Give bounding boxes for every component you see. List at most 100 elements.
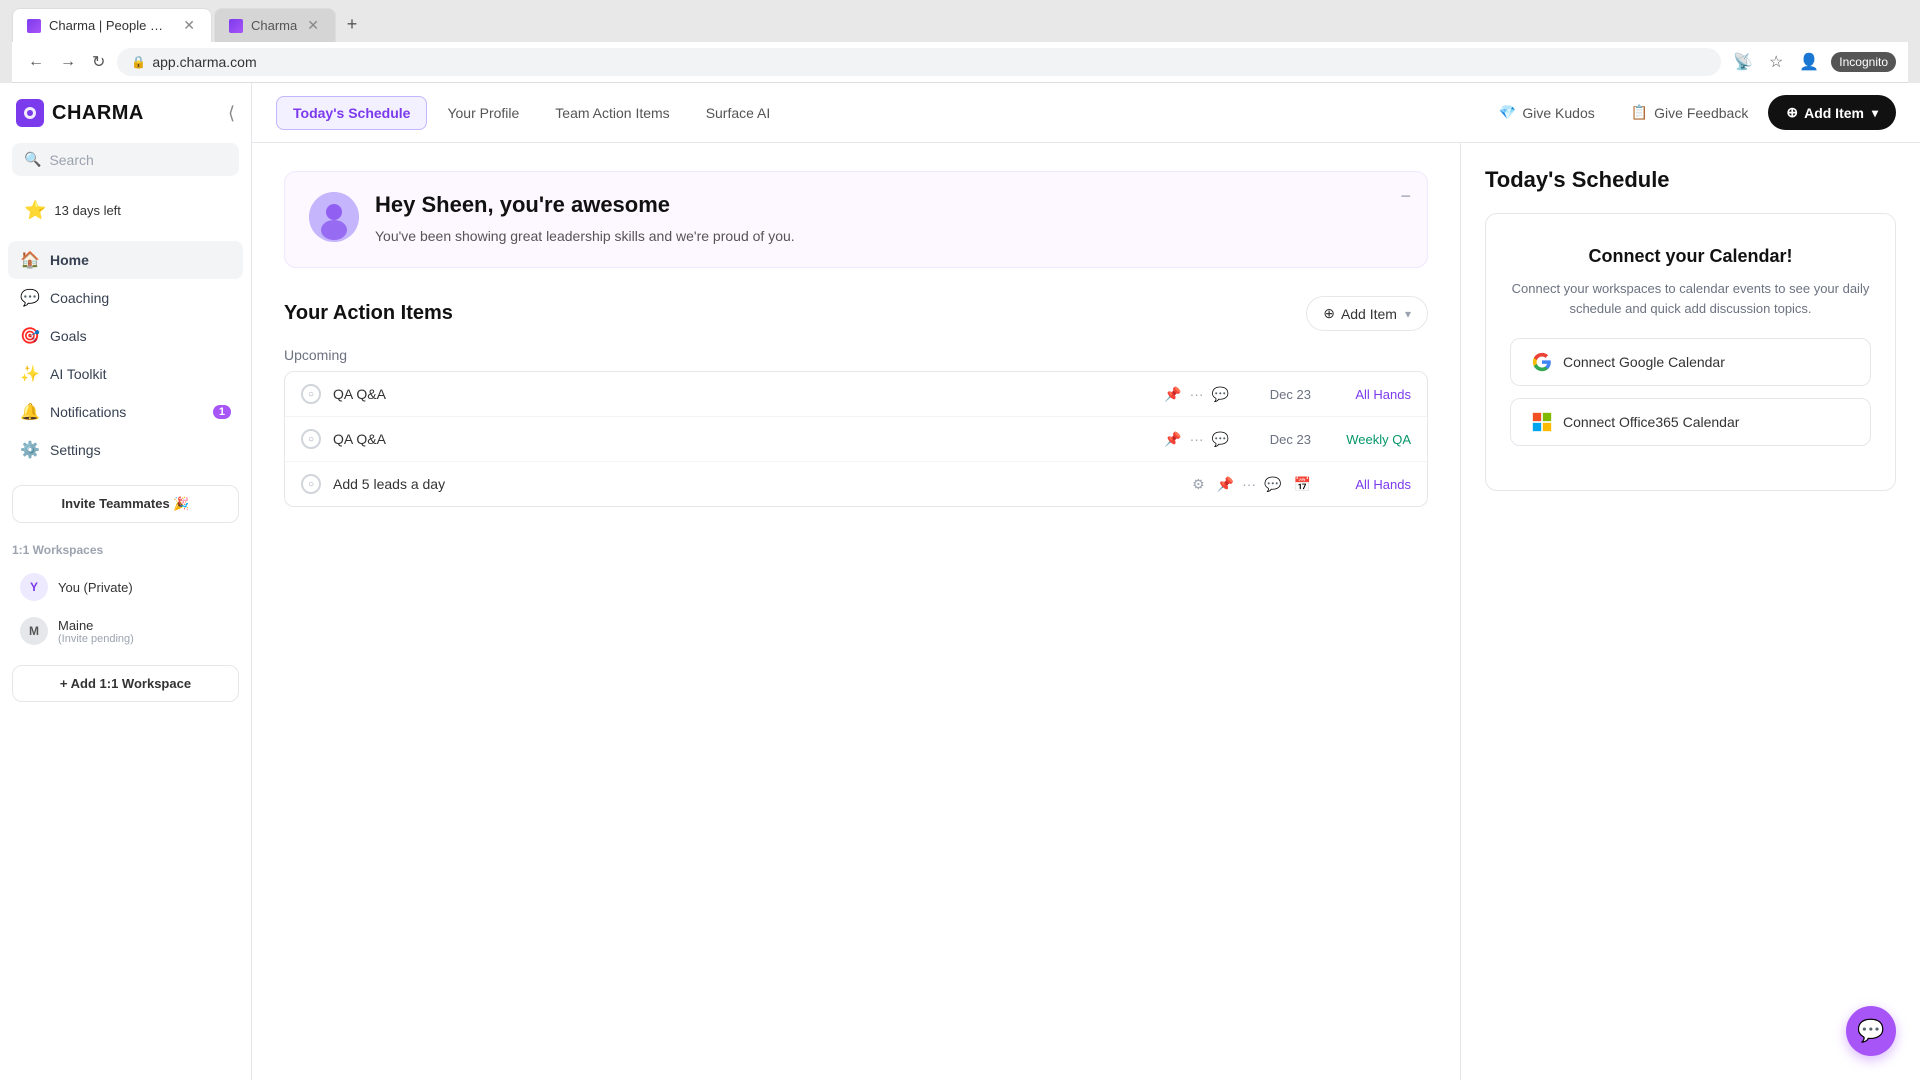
table-row: ○ QA Q&A 📌 ··· 💬 Dec 23 All Hands	[285, 372, 1427, 417]
logo-icon	[16, 99, 44, 127]
content-area: Hey Sheen, you're awesome You've been sh…	[252, 143, 1460, 1080]
action-check-3[interactable]: ○	[301, 474, 321, 494]
workspace-private[interactable]: Y You (Private)	[12, 565, 239, 609]
top-nav-your-profile[interactable]: Your Profile	[431, 97, 535, 129]
action-tag-2[interactable]: Weekly QA	[1331, 432, 1411, 447]
tab-bar: Charma | People Management S... ✕ Charma…	[12, 8, 1908, 42]
sidebar-item-label-coaching: Coaching	[50, 290, 109, 306]
tab-active[interactable]: Charma | People Management S... ✕	[12, 8, 212, 42]
top-nav-today-schedule[interactable]: Today's Schedule	[276, 96, 427, 130]
welcome-description: You've been showing great leadership ski…	[375, 226, 1403, 247]
settings-icon: ⚙️	[20, 440, 40, 460]
top-nav-surface-ai[interactable]: Surface AI	[690, 97, 787, 129]
more-icon-3[interactable]: ···	[1242, 476, 1256, 492]
chat-bubble-button[interactable]: 💬	[1846, 1006, 1896, 1056]
add-item-button[interactable]: ⊕ Add Item ▾	[1768, 95, 1896, 130]
address-bar[interactable]: 🔒 app.charma.com	[117, 48, 1721, 76]
add-item-chevron-icon: ▾	[1872, 106, 1878, 120]
home-icon: 🏠	[20, 250, 40, 270]
action-icons-1: 📌 ··· 💬	[1164, 386, 1229, 403]
action-name-3: Add 5 leads a day	[333, 476, 1180, 492]
plus-icon-action: ⊕	[1323, 305, 1335, 322]
plus-icon: ⊕	[1786, 104, 1798, 121]
workspace-maine[interactable]: M Maine (Invite pending)	[12, 609, 239, 653]
comment-icon-3[interactable]: 💬	[1264, 476, 1281, 493]
comment-icon-1[interactable]: 💬	[1212, 386, 1229, 403]
sidebar-item-home[interactable]: 🏠 Home	[8, 241, 243, 279]
action-name-2: QA Q&A	[333, 431, 1152, 447]
workspaces-section: 1:1 Workspaces Y You (Private) M Maine (…	[0, 535, 251, 657]
google-calendar-label: Connect Google Calendar	[1563, 354, 1725, 370]
browser-chrome: Charma | People Management S... ✕ Charma…	[0, 0, 1920, 83]
sidebar-collapse-button[interactable]: ⟨	[228, 103, 235, 124]
back-button[interactable]: ←	[24, 49, 48, 75]
reload-button[interactable]: ↻	[88, 48, 109, 76]
top-nav: Today's Schedule Your Profile Team Actio…	[252, 83, 1920, 143]
feedback-icon: 📋	[1631, 104, 1648, 121]
gear-icon-3[interactable]: ⚙	[1192, 476, 1205, 493]
workspaces-label: 1:1 Workspaces	[12, 543, 239, 557]
action-name-1: QA Q&A	[333, 386, 1152, 402]
give-kudos-button[interactable]: 💎 Give Kudos	[1483, 96, 1611, 129]
table-row: ○ QA Q&A 📌 ··· 💬 Dec 23 Weekly QA	[285, 417, 1427, 462]
calendar-card-title: Connect your Calendar!	[1510, 246, 1871, 267]
welcome-greeting: Hey Sheen, you're awesome	[375, 192, 1403, 218]
action-tag-1[interactable]: All Hands	[1331, 387, 1411, 402]
profile-icon[interactable]: 👤	[1795, 48, 1823, 76]
welcome-close-button[interactable]: −	[1400, 186, 1411, 207]
sidebar-item-settings[interactable]: ⚙️ Settings	[8, 431, 243, 469]
action-check-1[interactable]: ○	[301, 384, 321, 404]
sidebar-item-coaching[interactable]: 💬 Coaching	[8, 279, 243, 317]
tab-close-2[interactable]: ✕	[305, 17, 321, 34]
upcoming-label: Upcoming	[284, 347, 1428, 363]
coaching-icon: 💬	[20, 288, 40, 308]
action-items-table: ○ QA Q&A 📌 ··· 💬 Dec 23 All Hands ○ Q	[284, 371, 1428, 507]
more-icon-2[interactable]: ···	[1190, 431, 1204, 447]
incognito-badge: Incognito	[1831, 52, 1896, 72]
cast-icon[interactable]: 📡	[1729, 48, 1757, 76]
logo-text: CHARMA	[52, 102, 144, 125]
comment-icon-2[interactable]: 💬	[1212, 431, 1229, 448]
new-tab-button[interactable]: +	[338, 10, 366, 38]
action-check-2[interactable]: ○	[301, 429, 321, 449]
more-icon-1[interactable]: ···	[1190, 386, 1204, 402]
action-date-1: Dec 23	[1241, 387, 1311, 402]
connect-office365-button[interactable]: Connect Office365 Calendar	[1510, 398, 1871, 446]
tab-close-1[interactable]: ✕	[181, 17, 197, 34]
pin-icon-1[interactable]: 📌	[1164, 386, 1181, 403]
sidebar-search[interactable]: 🔍 Search	[12, 143, 239, 176]
sidebar-item-notifications[interactable]: 🔔 Notifications 1	[8, 393, 243, 431]
connect-google-calendar-button[interactable]: Connect Google Calendar	[1510, 338, 1871, 386]
calendar-card: Connect your Calendar! Connect your work…	[1485, 213, 1896, 491]
top-nav-team-action[interactable]: Team Action Items	[539, 97, 685, 129]
add-item-label: Add Item	[1804, 105, 1864, 121]
add-item-action-button[interactable]: ⊕ Add Item ▾	[1306, 296, 1428, 331]
table-row: ○ Add 5 leads a day ⚙ 📌 ··· 💬 📅 All Hand…	[285, 462, 1427, 506]
invite-teammates-button[interactable]: Invite Teammates 🎉	[12, 485, 239, 523]
forward-button[interactable]: →	[56, 49, 80, 75]
sidebar-item-ai-toolkit[interactable]: ✨ AI Toolkit	[8, 355, 243, 393]
tab-favicon-1	[27, 19, 41, 33]
sidebar-item-label-ai-toolkit: AI Toolkit	[50, 366, 107, 382]
sidebar-item-goals[interactable]: 🎯 Goals	[8, 317, 243, 355]
pin-icon-3[interactable]: 📌	[1217, 476, 1234, 493]
give-feedback-button[interactable]: 📋 Give Feedback	[1615, 96, 1765, 129]
action-icons-2: 📌 ··· 💬	[1164, 431, 1229, 448]
office365-label: Connect Office365 Calendar	[1563, 414, 1739, 430]
workspace-sub-maine: (Invite pending)	[58, 633, 134, 645]
action-tag-3[interactable]: All Hands	[1331, 477, 1411, 492]
workspace-name-private: You (Private)	[58, 580, 133, 595]
workspace-info-maine: Maine (Invite pending)	[58, 618, 134, 645]
goals-icon: 🎯	[20, 326, 40, 346]
browser-actions: 📡 ☆ 👤 Incognito	[1729, 48, 1896, 76]
sidebar-item-label-home: Home	[50, 252, 89, 268]
chat-bubble-icon: 💬	[1857, 1018, 1884, 1044]
tab-inactive[interactable]: Charma ✕	[214, 8, 336, 42]
workspace-info-private: You (Private)	[58, 580, 133, 595]
add-workspace-button[interactable]: + Add 1:1 Workspace	[12, 665, 239, 702]
google-logo	[1532, 352, 1552, 372]
pin-icon-2[interactable]: 📌	[1164, 431, 1181, 448]
bookmark-icon[interactable]: ☆	[1765, 48, 1787, 76]
tab-title-1: Charma | People Management S...	[49, 18, 173, 33]
workspace-name-maine: Maine	[58, 618, 134, 633]
